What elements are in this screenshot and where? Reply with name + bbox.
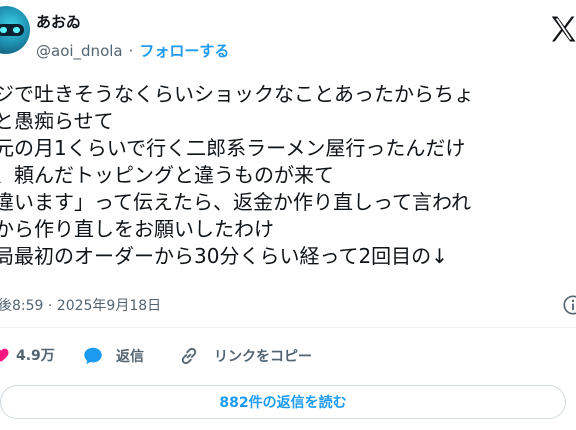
tweet-line: 、頼んだトッピングと違うものが来て <box>0 163 334 187</box>
info-icon[interactable] <box>562 294 576 316</box>
tweet-line: から作り直しをお願いしたわけ <box>0 217 274 241</box>
action-bar: 4.9万 返信 リンクをコピー <box>0 339 576 371</box>
tweet-line: 元の月1くらいで行く二郎系ラーメン屋行ったんだけ <box>0 136 466 160</box>
like-button[interactable]: 4.9万 <box>0 345 55 365</box>
divider <box>0 327 576 328</box>
x-logo[interactable] <box>548 14 576 44</box>
handle-separator: · <box>128 41 134 60</box>
reply-bubble-icon <box>84 347 102 365</box>
copy-link-button[interactable]: リンクをコピー <box>178 345 312 367</box>
like-count: 4.9万 <box>16 348 55 364</box>
author-display-name[interactable]: あおゐ <box>36 11 81 32</box>
tweet-card: あおゐ @aoi_dnola · フォローする ジで吐きそうなくらいショックなこ… <box>0 0 576 430</box>
reply-button[interactable]: 返信 <box>82 345 144 367</box>
author-handle-row: @aoi_dnola · フォローする <box>36 40 229 61</box>
read-replies-label: 882件の返信を読む <box>219 395 347 411</box>
link-icon <box>181 347 197 365</box>
read-replies-button[interactable]: 882件の返信を読む <box>0 385 566 419</box>
reply-label: 返信 <box>116 349 144 365</box>
tweet-line: と愚痴らせて <box>0 109 114 133</box>
tweet-line: 局最初のオーダーから30分くらい経って2回目の↓ <box>0 244 448 268</box>
avatar-eye-right <box>13 27 20 33</box>
heart-icon <box>0 348 9 362</box>
follow-button[interactable]: フォローする <box>139 40 229 61</box>
tweet-text: ジで吐きそうなくらいショックなことあったからちょ と愚痴らせて 元の月1くらいで… <box>0 81 576 270</box>
tweet-timestamp[interactable]: 後8:59 · 2025年9月18日 <box>0 295 161 315</box>
copy-link-label: リンクをコピー <box>214 349 312 365</box>
avatar[interactable] <box>0 6 30 54</box>
tweet-line: ジで吐きそうなくらいショックなことあったからちょ <box>0 82 474 106</box>
author-handle[interactable]: @aoi_dnola <box>36 42 123 60</box>
tweet-line: 違います」って伝えたら、返金か作り直しって言われ <box>0 190 471 214</box>
avatar-eye-left <box>0 27 7 33</box>
